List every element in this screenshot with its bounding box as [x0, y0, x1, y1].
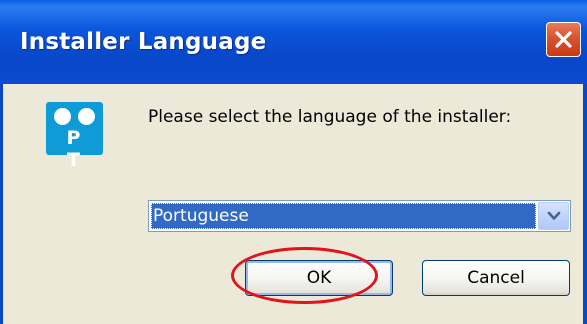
app-icon-letters: P T — [66, 127, 89, 171]
installer-language-dialog: Installer Language P T Please select the… — [0, 0, 587, 324]
language-select[interactable]: Portuguese — [148, 200, 571, 232]
app-icon-dot-left — [54, 108, 71, 125]
title-bar: Installer Language — [0, 0, 587, 84]
close-icon — [555, 31, 572, 48]
cancel-button[interactable]: Cancel — [422, 260, 570, 296]
language-select-dropdown-button[interactable] — [538, 202, 569, 230]
close-button[interactable] — [546, 22, 581, 57]
ok-button[interactable]: OK — [245, 260, 393, 296]
chevron-down-icon — [547, 211, 561, 220]
language-select-value: Portuguese — [151, 203, 536, 229]
language-prompt: Please select the language of the instal… — [148, 107, 512, 127]
window-title: Installer Language — [20, 29, 267, 55]
pt-app-icon: P T — [46, 102, 103, 171]
app-icon-dot-right — [78, 108, 95, 125]
window-frame-right — [583, 84, 587, 324]
